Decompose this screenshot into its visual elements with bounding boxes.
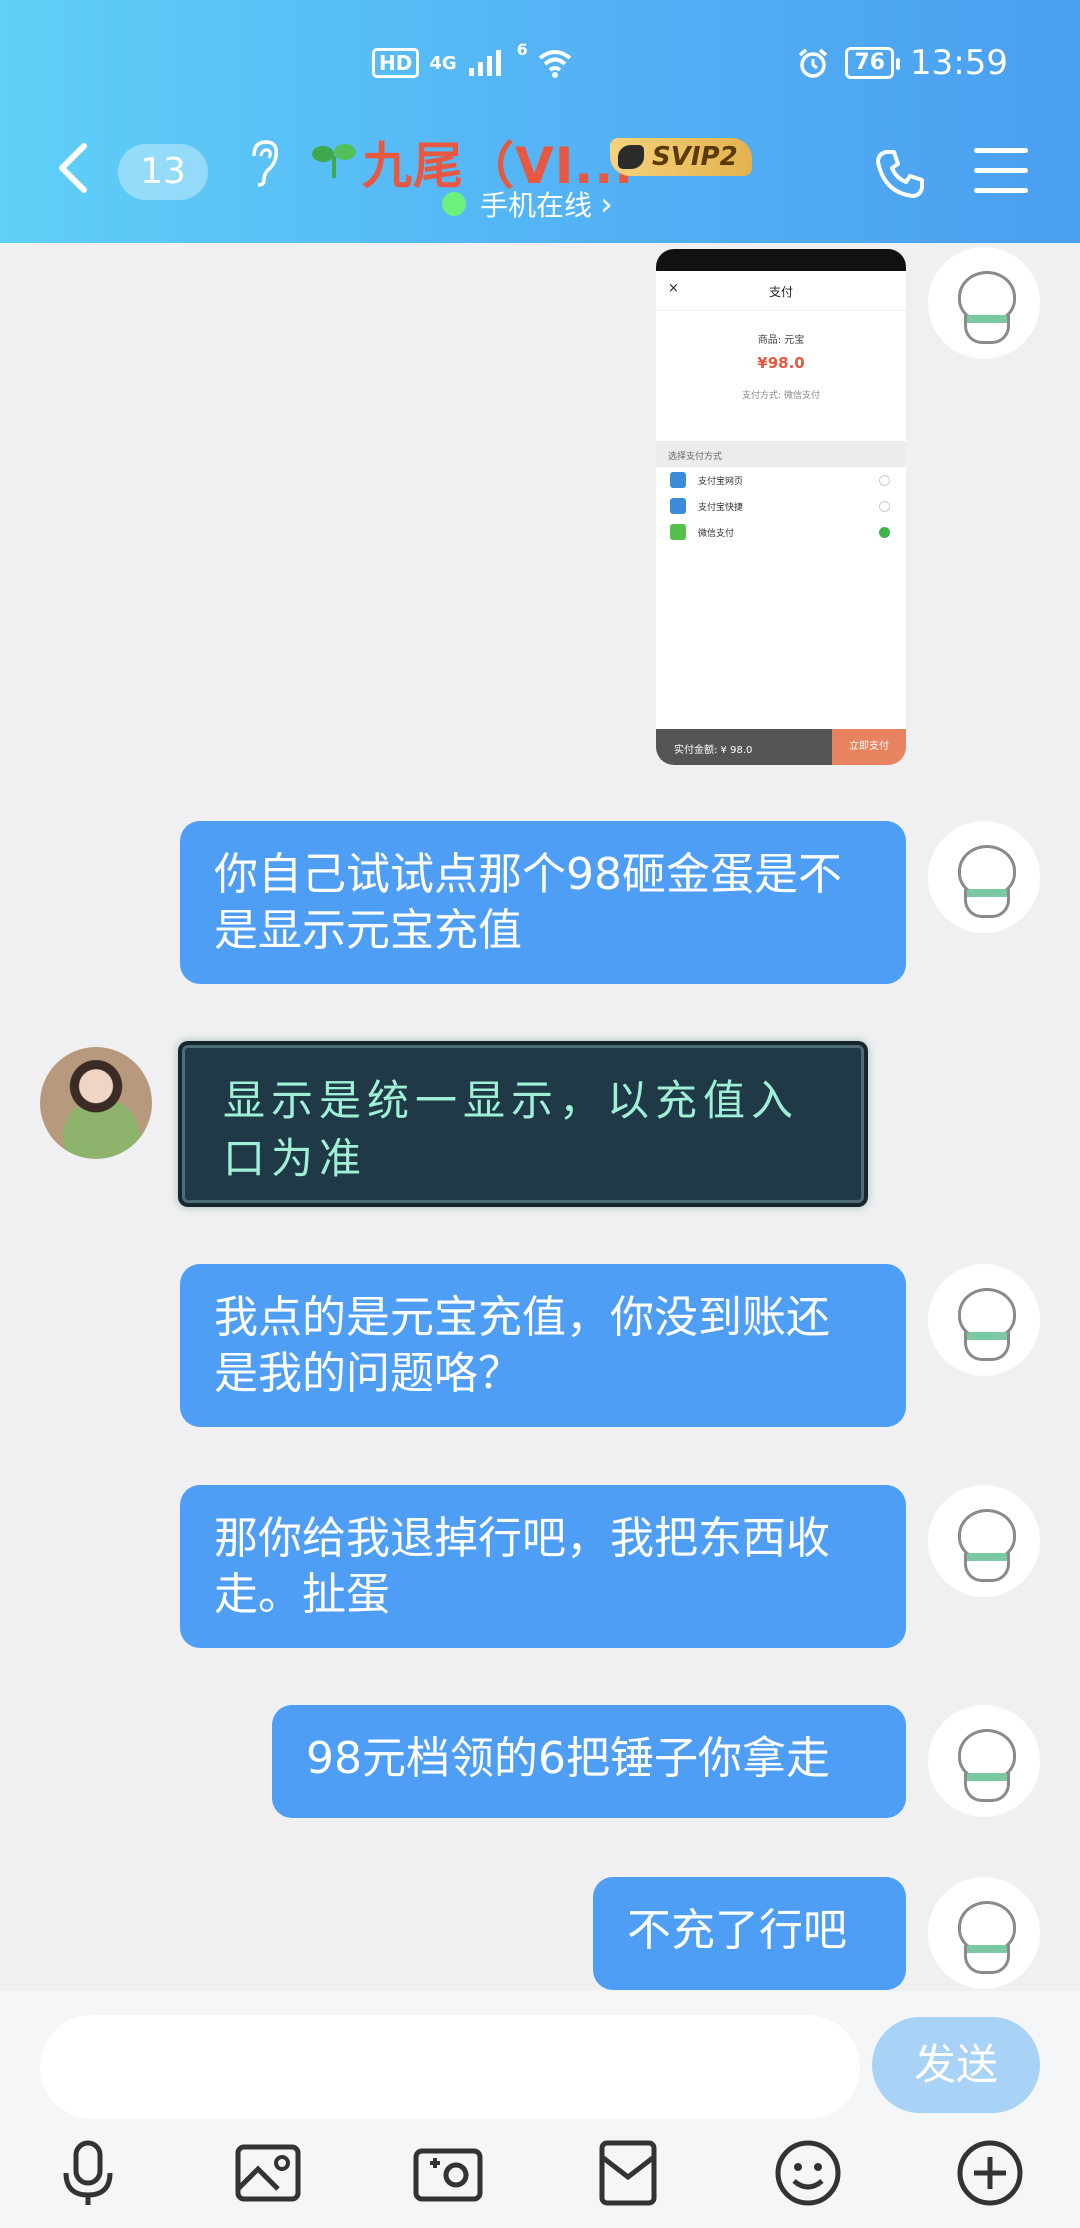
clock: 13:59 [910, 43, 1008, 83]
screenshot-pay-button: 立即支付 [832, 729, 906, 765]
screenshot-topbar: × 支付 [656, 271, 906, 311]
message-bubble-self[interactable]: 不充了行吧 [593, 1877, 906, 1990]
svip-badge[interactable]: SVIP2 [610, 138, 752, 176]
screenshot-option: 支付宝快捷 [656, 493, 906, 519]
screenshot-footer: 实付金额: ¥ 98.0 立即支付 [656, 729, 906, 765]
message-bubble-self[interactable]: 98元档领的6把锤子你拿走 [272, 1705, 906, 1818]
input-area: 发送 [0, 1991, 1080, 2228]
screenshot-amount: 实付金额: ¥ 98.0 [656, 729, 832, 765]
signal-icon [468, 50, 501, 76]
battery-indicator: 76 [845, 47, 900, 79]
payment-screenshot-image[interactable]: × 支付 商品: 元宝 ¥98.0 支付方式: 微信支付 选择支付方式 支付宝网… [656, 249, 906, 765]
emoji-icon[interactable] [768, 2133, 848, 2213]
phone-call-icon[interactable] [872, 146, 928, 202]
message-bubble-self[interactable]: 你自己试试点那个98砸金蛋是不是显示元宝充值 [180, 821, 906, 984]
sprout-icon [312, 144, 356, 178]
wifi-icon [538, 50, 572, 78]
status-bar-center: HD 4G 6 [372, 38, 572, 88]
menu-icon[interactable] [974, 148, 1028, 194]
message-bubble-self[interactable]: 我点的是元宝充值，你没到账还是我的问题咯？ [180, 1264, 906, 1427]
message-input[interactable] [40, 2015, 860, 2119]
send-button[interactable]: 发送 [872, 2017, 1040, 2113]
alipay-icon [670, 472, 686, 488]
radio-icon [879, 474, 890, 486]
alipay-icon [670, 498, 686, 514]
unread-count-badge[interactable]: 13 [118, 144, 208, 200]
my-avatar[interactable] [928, 1485, 1040, 1597]
screenshot-status-bar [656, 249, 906, 271]
screenshot-option-label: 支付宝网页 [698, 476, 744, 487]
contact-avatar[interactable] [40, 1047, 152, 1159]
my-avatar[interactable] [928, 1705, 1040, 1817]
alarm-icon [799, 48, 828, 78]
message-bubble-other[interactable]: 显示是统一显示，以充值入口为准 [182, 1045, 864, 1203]
my-avatar[interactable] [928, 247, 1040, 359]
ear-icon[interactable] [244, 138, 284, 188]
chevron-right-icon: › [600, 185, 613, 223]
wifi-sub-label: 6 [516, 40, 528, 59]
screenshot-option-label: 微信支付 [698, 528, 735, 539]
image-icon[interactable] [228, 2133, 308, 2213]
screenshot-goods: 商品: 元宝 [757, 335, 805, 346]
screenshot-title: 支付 [768, 285, 793, 299]
screenshot-price: ¥98.0 [757, 354, 805, 372]
plus-icon[interactable] [950, 2133, 1030, 2213]
network-indicator: 4G [429, 52, 457, 74]
back-arrow-icon[interactable] [56, 142, 90, 194]
screenshot-option: 支付宝网页 [656, 467, 906, 493]
status-bar-right: 76 13:59 [797, 38, 1008, 88]
my-avatar[interactable] [928, 821, 1040, 933]
my-avatar[interactable] [928, 1877, 1040, 1989]
screenshot-option-label: 支付宝快捷 [698, 502, 744, 513]
wechat-icon [670, 524, 686, 540]
my-avatar[interactable] [928, 1264, 1040, 1376]
message-list[interactable]: × 支付 商品: 元宝 ¥98.0 支付方式: 微信支付 选择支付方式 支付宝网… [0, 243, 1080, 1991]
message-bubble-self[interactable]: 那你给我退掉行吧，我把东西收走。扯蛋 [180, 1485, 906, 1648]
hd-indicator: HD [372, 48, 420, 78]
chat-header: HD 4G 6 76 13:59 13 九尾（VI... SVIP2 手机在线 … [0, 0, 1080, 243]
screenshot-pay-way: 支付方式: 微信支付 [742, 391, 820, 401]
radio-icon [879, 500, 890, 512]
online-dot-icon [442, 192, 466, 216]
camera-icon[interactable] [408, 2133, 488, 2213]
screenshot-section-label: 选择支付方式 [656, 441, 906, 467]
online-status[interactable]: 手机在线 › [442, 184, 613, 224]
screenshot-option: 微信支付 [656, 519, 906, 545]
radio-checked-icon [879, 526, 890, 538]
microphone-icon[interactable] [48, 2133, 128, 2213]
online-status-label: 手机在线 [480, 189, 593, 222]
red-packet-icon[interactable] [588, 2133, 668, 2213]
